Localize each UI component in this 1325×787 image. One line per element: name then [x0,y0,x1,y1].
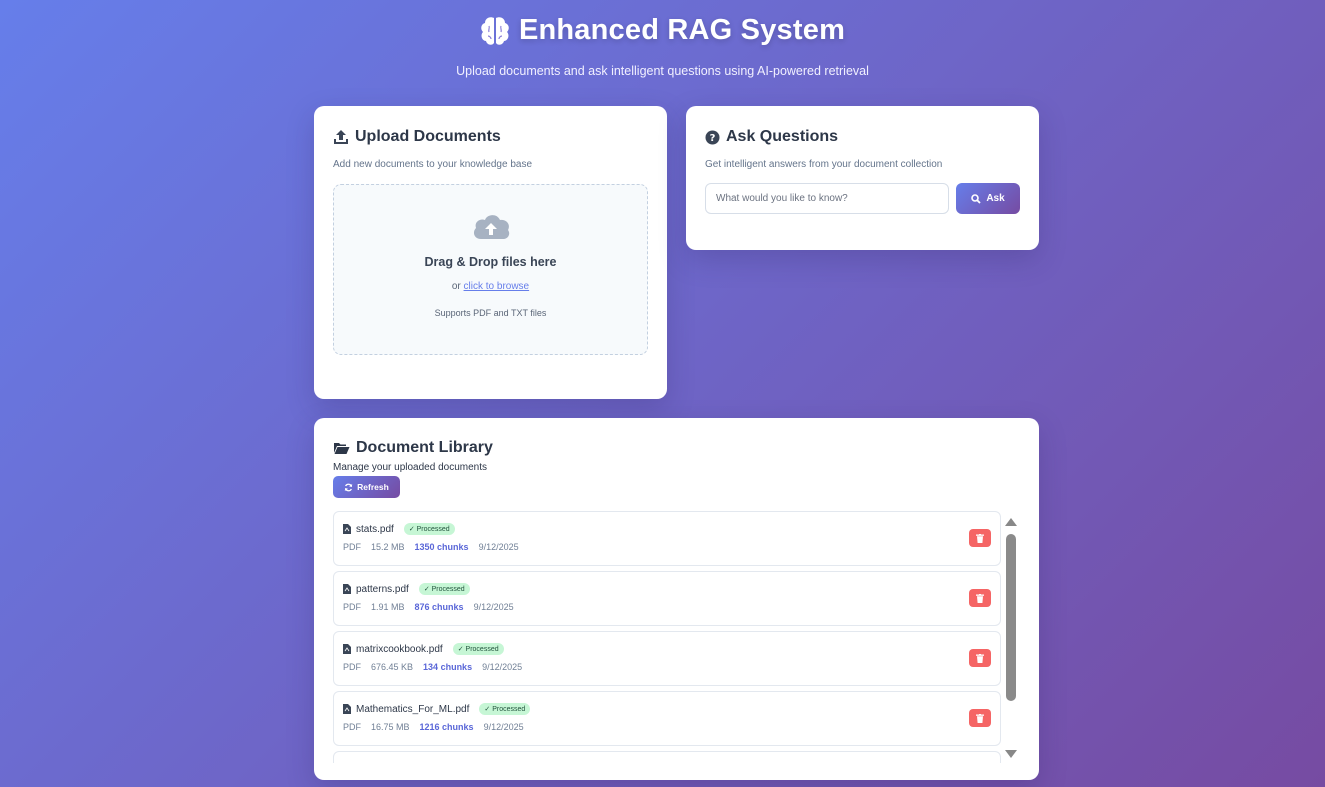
library-description: Manage your uploaded documents [333,462,487,473]
document-date: 9/12/2025 [478,542,519,552]
upload-title-row: Upload Documents [333,128,648,146]
trash-icon [976,653,984,663]
document-item: Mathematics_For_ML.pdf ✓ Processed PDF 1… [333,691,1001,746]
document-type: PDF [343,662,361,672]
header-title-row: Enhanced RAG System [0,14,1325,47]
status-badge: ✓ Processed [479,703,531,715]
document-type: PDF [343,722,361,732]
delete-button[interactable] [969,529,991,547]
dropzone-supported-types: Supports PDF and TXT files [434,308,547,318]
document-size: 676.45 KB [371,662,414,672]
status-badge: ✓ Processed [418,583,470,595]
document-size: 16.75 MB [371,722,410,732]
document-list-scrollbar[interactable] [1004,516,1018,758]
status-badge: ✓ Processed [403,523,455,535]
document-size: 15.2 MB [371,542,405,552]
library-title-row: Document Library [333,439,1020,457]
pdf-file-icon [343,584,351,594]
brain-icon [481,16,509,45]
document-chunks: 1216 chunks [419,722,474,732]
document-name: stats.pdf [356,523,394,535]
upload-description: Add new documents to your knowledge base [333,159,533,170]
page-subtitle: Upload documents and ask intelligent que… [456,64,869,78]
document-chunks: 1350 chunks [414,542,469,552]
scroll-down-arrow-icon[interactable] [1005,750,1017,758]
document-name: Mathematics_For_ML.pdf [356,703,470,715]
delete-button[interactable] [969,709,991,727]
svg-text:?: ? [710,133,716,144]
upload-card: Upload Documents Add new documents to yo… [314,106,667,399]
folder-open-icon [334,443,350,454]
cloud-upload-icon [473,215,509,239]
document-type: PDF [343,542,361,552]
trash-icon [976,533,984,543]
document-date: 9/12/2025 [473,602,514,612]
trash-icon [976,593,984,603]
upload-title: Upload Documents [355,128,501,145]
dropzone-title: Drag & Drop files here [424,255,557,269]
document-item-partial [333,751,1001,763]
scroll-up-arrow-icon[interactable] [1005,518,1017,526]
document-item: patterns.pdf ✓ Processed PDF 1.91 MB 876… [333,571,1001,626]
dropzone-or-text: or [451,281,461,292]
question-input[interactable] [705,183,949,214]
trash-icon [976,713,984,723]
refresh-button[interactable]: Refresh [333,476,400,498]
ask-description: Get intelligent answers from your docume… [705,159,943,170]
search-icon [971,193,981,204]
scroll-thumb[interactable] [1006,534,1016,701]
page-header: Enhanced RAG System Upload documents and… [0,14,1325,78]
ask-row: Ask [705,183,1020,214]
document-date: 9/12/2025 [482,662,523,672]
upload-icon [334,130,348,144]
document-item: matrixcookbook.pdf ✓ Processed PDF 676.4… [333,631,1001,686]
pdf-file-icon [343,644,351,654]
document-library-card: Document Library Manage your uploaded do… [314,418,1039,780]
ask-title: Ask Questions [726,128,839,145]
ask-button[interactable]: Ask [956,183,1020,214]
document-type: PDF [343,602,361,612]
document-name: patterns.pdf [356,583,409,595]
document-chunks: 134 chunks [423,662,473,672]
browse-link[interactable]: click to browse [464,281,530,292]
ask-button-label: Ask [986,193,1005,204]
document-chunks: 876 chunks [414,602,464,612]
refresh-icon [344,483,353,491]
document-name: matrixcookbook.pdf [356,643,443,655]
file-dropzone[interactable]: Drag & Drop files here or click to brows… [333,184,648,355]
library-title: Document Library [356,439,493,456]
document-list[interactable]: stats.pdf ✓ Processed PDF 15.2 MB 1350 c… [333,511,1001,763]
ask-title-row: ? Ask Questions [705,128,1020,146]
delete-button[interactable] [969,589,991,607]
status-badge: ✓ Processed [452,643,504,655]
dropzone-or-row: or click to browse [334,281,647,292]
document-size: 1.91 MB [371,602,405,612]
delete-button[interactable] [969,649,991,667]
pdf-file-icon [343,524,351,534]
document-date: 9/12/2025 [483,722,524,732]
question-circle-icon: ? [705,130,720,144]
page-title: Enhanced RAG System [518,14,846,46]
ask-card: ? Ask Questions Get intelligent answers … [686,106,1039,250]
refresh-button-label: Refresh [357,482,389,492]
pdf-file-icon [343,704,351,714]
document-item: stats.pdf ✓ Processed PDF 15.2 MB 1350 c… [333,511,1001,566]
